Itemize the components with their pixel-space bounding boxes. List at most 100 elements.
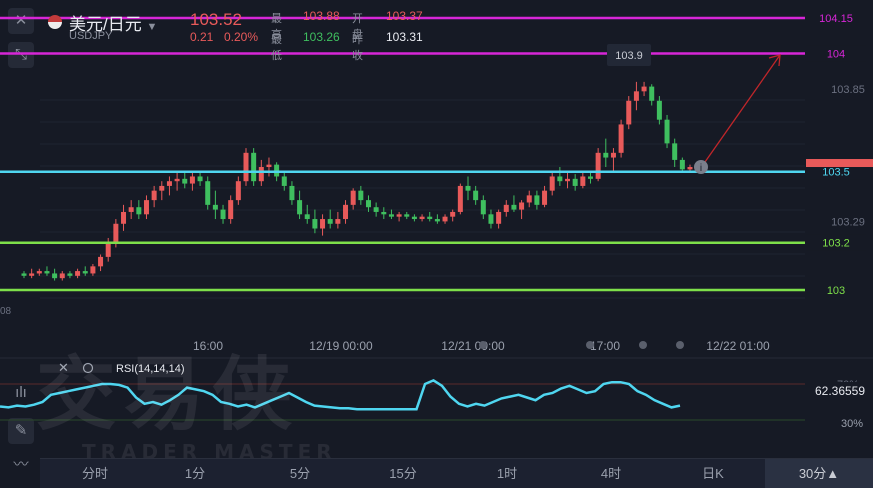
tab-4hour[interactable]: 4时 bbox=[576, 459, 646, 488]
candle-body bbox=[534, 195, 540, 205]
candle-body bbox=[281, 176, 287, 186]
candle-body bbox=[82, 271, 88, 274]
candle-body bbox=[549, 176, 555, 191]
info-icon-glyph: i bbox=[700, 163, 702, 174]
candle-body bbox=[434, 219, 440, 222]
candle-body bbox=[174, 178, 180, 182]
last-price: 103.52 bbox=[190, 10, 242, 29]
y-tick-label: 103.29 bbox=[831, 216, 865, 228]
candle-body bbox=[526, 195, 532, 203]
low-value: 103.26 bbox=[303, 30, 340, 44]
level-label: 104.15 bbox=[819, 13, 853, 25]
us-jp-flag-icon bbox=[48, 15, 62, 29]
level-label: 103.5 bbox=[822, 167, 850, 179]
candle-body bbox=[373, 207, 379, 212]
candle-body bbox=[465, 185, 471, 191]
candle-body bbox=[166, 181, 172, 186]
candle-body bbox=[128, 207, 134, 212]
candle-body bbox=[151, 190, 157, 201]
candle-body bbox=[419, 216, 425, 220]
event-dot-icon bbox=[676, 341, 684, 349]
candle-body bbox=[442, 216, 448, 222]
candle-body bbox=[182, 178, 188, 184]
candle-body bbox=[297, 200, 303, 215]
peak-annotation: 103.9 bbox=[615, 50, 643, 62]
x-tick-label: 12/21 09:00 bbox=[441, 339, 505, 353]
candle-body bbox=[121, 211, 127, 224]
candle-body bbox=[557, 176, 563, 182]
event-dot-icon bbox=[586, 341, 594, 349]
tab-1hour[interactable]: 1时 bbox=[472, 459, 542, 488]
y-tick-label: 08 bbox=[0, 306, 12, 317]
candle-body bbox=[243, 152, 249, 182]
candle-body bbox=[197, 176, 203, 182]
candle-body bbox=[266, 164, 272, 168]
candle-body bbox=[365, 200, 371, 208]
candle-body bbox=[511, 204, 517, 210]
candle-body bbox=[212, 204, 218, 210]
candle-body bbox=[649, 86, 655, 101]
candle-body bbox=[52, 273, 58, 279]
tab-15min[interactable]: 15分 bbox=[368, 459, 438, 488]
candle-body bbox=[542, 190, 548, 205]
chevron-down-icon[interactable]: ▼ bbox=[146, 21, 157, 33]
rsi-value: 62.36559 bbox=[815, 384, 865, 398]
level-label: 103 bbox=[827, 285, 845, 297]
tab-30min-selected[interactable]: 30分▲ bbox=[765, 459, 873, 488]
candle-body bbox=[189, 176, 195, 184]
candle-body bbox=[457, 185, 463, 212]
level-label: 103.2 bbox=[822, 238, 850, 250]
candle-body bbox=[580, 176, 586, 186]
candle-body bbox=[672, 143, 678, 160]
candle-body bbox=[519, 202, 525, 210]
candle-body bbox=[205, 181, 211, 205]
candle-body bbox=[496, 211, 502, 224]
candle-body bbox=[427, 216, 433, 220]
symbol: USDJPY bbox=[69, 30, 113, 42]
x-tick-label: 12/22 01:00 bbox=[706, 339, 770, 353]
candle-body bbox=[358, 190, 364, 201]
candle-body bbox=[44, 271, 50, 274]
candle-body bbox=[488, 214, 494, 224]
candle-body bbox=[572, 178, 578, 186]
candle-body bbox=[411, 216, 417, 220]
candle-body bbox=[473, 190, 479, 201]
candle-body bbox=[29, 273, 35, 276]
tab-timeshare[interactable]: 分时 bbox=[60, 459, 130, 488]
candle-body bbox=[565, 178, 571, 182]
watermark-cn: 交易侠 bbox=[36, 348, 300, 441]
candle-body bbox=[679, 159, 685, 170]
prev-close-value: 103.31 bbox=[386, 30, 423, 44]
candle-body bbox=[656, 100, 662, 120]
candle-body bbox=[404, 214, 410, 217]
tab-5min[interactable]: 5分 bbox=[265, 459, 335, 488]
candle-body bbox=[450, 211, 456, 217]
candle-body bbox=[687, 167, 693, 170]
candle-body bbox=[75, 271, 81, 276]
open-value: 103.37 bbox=[386, 9, 423, 23]
candle-body bbox=[113, 223, 119, 243]
candle-body bbox=[335, 219, 341, 224]
rsi-30-label: 30% bbox=[841, 418, 863, 430]
candle-body bbox=[480, 200, 486, 215]
candle-body bbox=[595, 152, 601, 179]
candle-body bbox=[618, 124, 624, 153]
y-tick-label: 103.85 bbox=[831, 84, 865, 96]
candle-body bbox=[143, 200, 149, 215]
candle-body bbox=[603, 152, 609, 158]
candle-body bbox=[159, 185, 165, 191]
candle-body bbox=[610, 152, 616, 158]
tab-1min[interactable]: 1分 bbox=[160, 459, 230, 488]
candle-body bbox=[220, 209, 226, 220]
candle-body bbox=[21, 273, 27, 276]
candle-body bbox=[304, 214, 310, 220]
x-tick-label: 17:00 bbox=[590, 339, 620, 353]
high-value: 103.88 bbox=[303, 9, 340, 23]
low-label: 最低 bbox=[271, 34, 282, 62]
candle-body bbox=[289, 185, 295, 201]
candle-body bbox=[90, 266, 96, 274]
candle-body bbox=[98, 256, 104, 267]
candle-body bbox=[312, 219, 318, 229]
tab-daily[interactable]: 日K bbox=[678, 459, 748, 488]
candle-body bbox=[258, 167, 264, 182]
